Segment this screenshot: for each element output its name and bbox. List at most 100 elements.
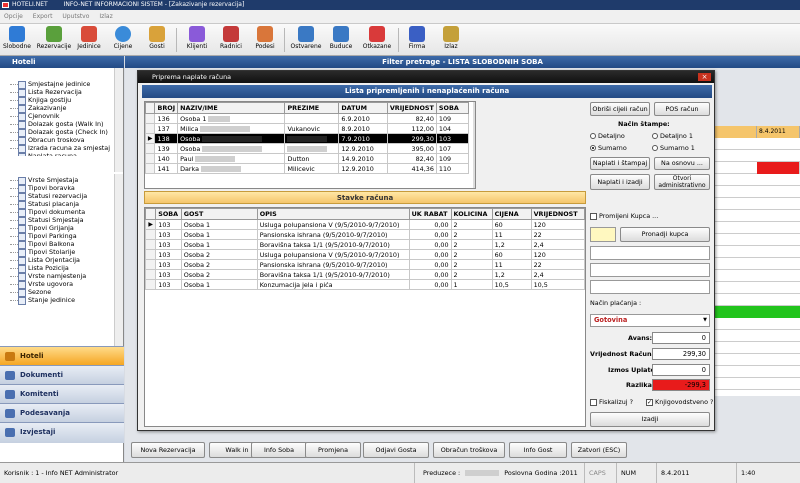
pronadji-kupca-button[interactable]: Pronadji kupca xyxy=(620,227,710,242)
knjigovodstveno-checkbox[interactable]: ✓ Knjigovodstveno ? xyxy=(646,398,713,406)
tree-item[interactable]: Naplata racuna xyxy=(4,152,114,156)
col-gost[interactable]: GOST xyxy=(180,208,258,220)
table-row[interactable]: 103 Osoba 2 Pansionska ishrana (9/5/2010… xyxy=(145,259,585,270)
nav-dokumenti[interactable]: Dokumenti xyxy=(0,365,124,384)
naplati-izadji-button[interactable]: Naplati i izadji xyxy=(590,174,650,190)
toolbar-gosti-button[interactable]: Gosti xyxy=(142,26,172,54)
pos-racun-button[interactable]: POS račun xyxy=(654,102,710,116)
kupac-name-field[interactable] xyxy=(590,246,710,260)
radio-sumarno-1[interactable]: Sumarno 1 xyxy=(652,144,695,152)
table-row[interactable]: 103 Osoba 1 Konzumacija jela i pića 0,00… xyxy=(145,279,585,290)
menu-uputstvo[interactable]: Uputstvo xyxy=(62,13,89,20)
toolbar-cijene-button[interactable]: Cijene xyxy=(108,26,138,54)
toolbar-klijenti-button[interactable]: Klijenti xyxy=(182,26,212,54)
promijeni-kupca-checkbox[interactable]: Promijeni Kupca ... xyxy=(590,212,658,220)
table-row-selected[interactable]: ▶ 138 Osoba 7.9.2010 299,30 103 xyxy=(145,133,470,144)
col-datum[interactable]: DATUM xyxy=(338,102,388,114)
tree-item[interactable]: Vrste namjestenja xyxy=(4,272,114,281)
toolbar-otkazane-button[interactable]: Otkazane xyxy=(360,26,394,54)
obrisi-racun-button[interactable]: Obriši cijeli račun xyxy=(590,102,650,116)
calendar-cell-reserved[interactable] xyxy=(714,306,800,318)
col-kolicina[interactable]: KOLICINA xyxy=(450,208,493,220)
toolbar-firma-button[interactable]: Firma xyxy=(402,26,432,54)
accounts-scrollbar[interactable] xyxy=(473,102,475,188)
col-broj[interactable]: BROJ xyxy=(154,102,179,114)
table-row[interactable]: 140 Paul Dutton 14.9.2010 82,40 109 xyxy=(145,153,470,164)
col-opis[interactable]: OPIS xyxy=(256,208,410,220)
otvori-administrativno-button[interactable]: Otvori administrativno xyxy=(654,174,710,190)
col-naziv[interactable]: NAZIV/IME xyxy=(177,102,286,114)
col-prezime[interactable]: PREZIME xyxy=(284,102,340,114)
tree-item[interactable]: Sezone xyxy=(4,288,114,297)
col-soba[interactable]: SOBA xyxy=(435,102,470,114)
table-row[interactable]: 103 Osoba 1 Pansionska ishrana (9/5/2010… xyxy=(145,229,585,240)
toolbar-jedinice-button[interactable]: Jedinice xyxy=(74,26,104,54)
odjavi-gosta-button[interactable]: Odjavi Gosta xyxy=(363,442,429,458)
tree-item[interactable]: Izrada racuna za smjestaj xyxy=(4,144,114,153)
nav-komitenti[interactable]: Komitenti xyxy=(0,384,124,403)
menu-izlaz[interactable]: Izlaz xyxy=(99,13,112,20)
kupac-city-field[interactable] xyxy=(590,280,710,294)
tree-item[interactable]: Statusi Smjestaja xyxy=(4,216,114,225)
table-row[interactable]: 136 Osoba 1 6.9.2010 82,40 109 xyxy=(145,113,470,124)
table-row[interactable]: 103 Osoba 2 Boravišna taksa 1/1 (9/5/201… xyxy=(145,269,585,280)
tree-item[interactable]: Statusi rezervacija xyxy=(4,192,114,201)
promjena-button[interactable]: Promjena xyxy=(305,442,361,458)
tree-item[interactable]: Tipovi Grijanja xyxy=(4,224,114,233)
tree-scrollbar[interactable] xyxy=(114,68,123,172)
toolbar-radnici-button[interactable]: Radnici xyxy=(216,26,246,54)
tree-item[interactable]: Statusi placanja xyxy=(4,200,114,209)
col-soba[interactable]: SOBA xyxy=(155,208,182,220)
obracun-troskova-button[interactable]: Obračun troškova xyxy=(433,442,505,458)
calendar-cell-occupied[interactable] xyxy=(757,162,800,174)
info-gost-button[interactable]: Info Gost xyxy=(509,442,567,458)
naplati-stampaj-button[interactable]: Naplati i štampaj xyxy=(590,157,650,170)
tree-item[interactable]: Tipovi boravka xyxy=(4,184,114,193)
col-rabat[interactable]: UK RABAT xyxy=(408,208,452,220)
toolbar-podesi-button[interactable]: Podesi xyxy=(250,26,280,54)
tree-item[interactable]: Cjenovnik xyxy=(4,112,114,121)
tree-item[interactable]: Lista Pozicija xyxy=(4,264,114,273)
col-cijena[interactable]: CIJENA xyxy=(491,208,532,220)
tree-item[interactable]: Stanje jedinice xyxy=(4,296,114,305)
menu-opcije[interactable]: Opcije xyxy=(4,13,23,20)
tree-item[interactable]: Tipovi Balkona xyxy=(4,240,114,249)
fiskalizuj-checkbox[interactable]: Fiskalizuj ? xyxy=(590,398,633,406)
close-icon[interactable]: × xyxy=(698,73,711,81)
zatvori-button[interactable]: Zatvori (ESC) xyxy=(571,442,627,458)
tree-item[interactable]: Vrste ugovora xyxy=(4,280,114,289)
menu-export[interactable]: Export xyxy=(33,13,53,20)
radio-sumarno[interactable]: Sumarno xyxy=(590,144,627,152)
izadji-button[interactable]: Izadji xyxy=(590,412,710,427)
table-row[interactable]: 103 Osoba 2 Usluga polupansiona V (9/5/2… xyxy=(145,249,585,260)
nav-izvjestaji[interactable]: Izvjestaji xyxy=(0,422,124,443)
table-row[interactable]: 137 Milica Vukanovic 8.9.2010 112,00 104 xyxy=(145,123,470,134)
tree-item[interactable]: Lista Rezervacija xyxy=(4,88,114,97)
payment-method-select[interactable]: Gotovina ▼ xyxy=(590,314,710,327)
toolbar-slobodne-button[interactable]: Slobodne xyxy=(2,26,32,54)
toolbar-ostvarene-button[interactable]: Ostvarene xyxy=(288,26,324,54)
tree-scrollbar[interactable] xyxy=(114,174,123,350)
kupac-code-field[interactable] xyxy=(590,227,616,242)
col-vrijednost[interactable]: VRIJEDNOST xyxy=(386,102,437,114)
col-vrijednost[interactable]: VRIJEDNOST xyxy=(530,208,585,220)
table-row[interactable]: ▶ 103 Osoba 1 Usluga polupansiona V (9/5… xyxy=(145,219,585,230)
tree-item[interactable]: Smjestajne jedinice xyxy=(4,80,114,89)
table-row[interactable]: 139 Osoba 12.9.2010 395,00 107 xyxy=(145,143,470,154)
na-osnovu-button[interactable]: Na osnovu ... xyxy=(654,157,710,170)
nova-rezervacija-button[interactable]: Nova Rezervacija xyxy=(131,442,205,458)
table-row[interactable]: 103 Osoba 1 Boravišna taksa 1/1 (9/5/201… xyxy=(145,239,585,250)
nav-hoteli[interactable]: Hoteli xyxy=(0,346,124,365)
tree-item[interactable]: Obracun troskova xyxy=(4,136,114,145)
izmos-uplate-field[interactable]: 0 xyxy=(652,364,710,376)
tree-item[interactable]: Vrste Smjestaja xyxy=(4,176,114,185)
toolbar-buduce-button[interactable]: Buduce xyxy=(326,26,356,54)
tree-item[interactable]: Tipovi Stolarije xyxy=(4,248,114,257)
info-soba-button[interactable]: Info Soba xyxy=(251,442,307,458)
tree-item[interactable]: Dolazak gosta (Walk In) xyxy=(4,120,114,129)
toolbar-rezervacije-button[interactable]: Rezervacije xyxy=(36,26,72,54)
tree-item[interactable]: Dolazak gosta (Check In) xyxy=(4,128,114,137)
toolbar-izlaz-button[interactable]: Izlaz xyxy=(436,26,466,54)
tree-item[interactable]: Zakazivanje xyxy=(4,104,114,113)
tree-item[interactable]: Knjiga gostiju xyxy=(4,96,114,105)
